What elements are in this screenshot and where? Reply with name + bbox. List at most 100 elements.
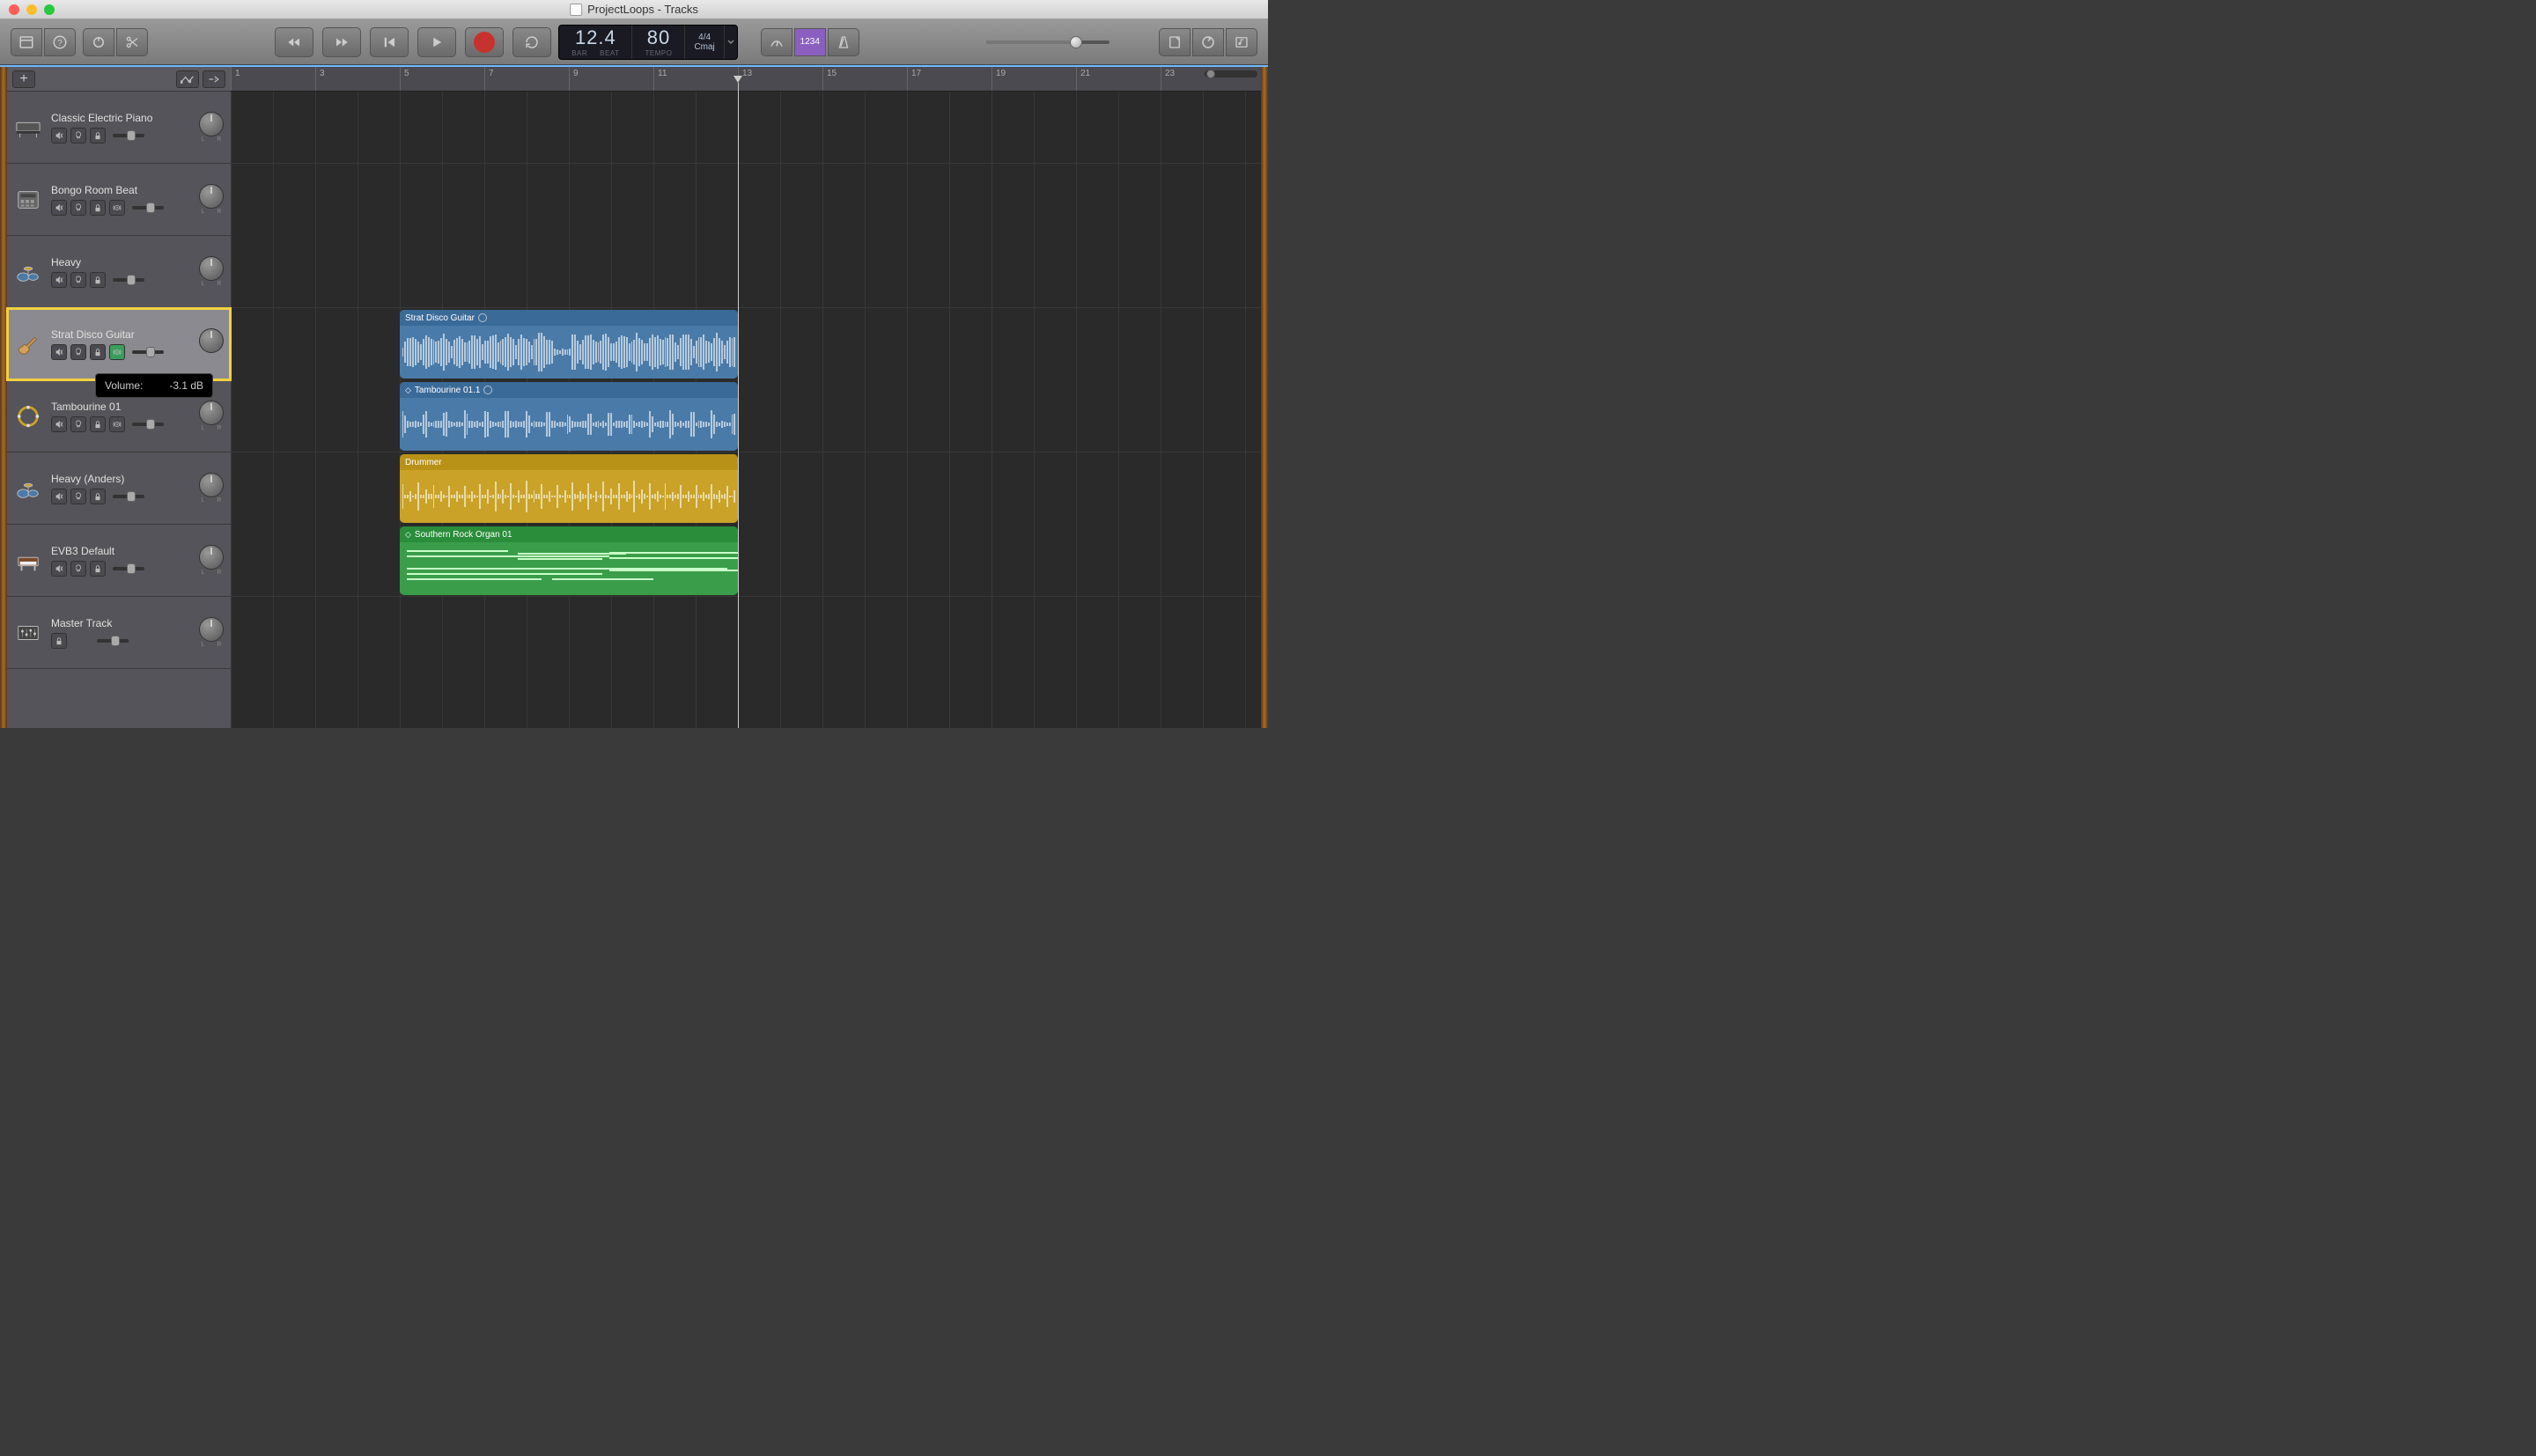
help-button[interactable]: ? bbox=[44, 28, 76, 56]
media-browser-button[interactable] bbox=[1226, 28, 1257, 56]
lcd-tempo[interactable]: 80 TEMPO bbox=[632, 26, 685, 59]
input-monitor-button[interactable] bbox=[109, 344, 125, 360]
lock-button[interactable] bbox=[90, 200, 106, 216]
count-in-button[interactable]: 1234 bbox=[794, 28, 826, 56]
volume-knob[interactable] bbox=[146, 202, 155, 213]
track-lane[interactable] bbox=[231, 525, 1261, 597]
volume-slider[interactable] bbox=[113, 495, 144, 498]
volume-slider[interactable] bbox=[113, 567, 144, 570]
volume-slider[interactable] bbox=[132, 206, 164, 210]
track-header[interactable]: Bongo Room Beat LR bbox=[7, 164, 231, 236]
ruler[interactable]: 1357911131517192123 bbox=[231, 67, 1261, 92]
lock-button[interactable] bbox=[90, 489, 106, 504]
master-volume-slider[interactable] bbox=[986, 40, 1110, 44]
play-button[interactable] bbox=[417, 27, 456, 57]
lcd-mode-dropdown[interactable] bbox=[725, 26, 737, 59]
pan-knob[interactable] bbox=[199, 545, 224, 570]
volume-slider[interactable] bbox=[132, 423, 164, 426]
horizontal-zoom-slider[interactable] bbox=[1205, 70, 1257, 77]
lock-button[interactable] bbox=[90, 272, 106, 288]
pan-knob[interactable] bbox=[199, 112, 224, 136]
loop-browser-button[interactable] bbox=[1192, 28, 1224, 56]
region[interactable]: Drummer bbox=[400, 454, 738, 523]
volume-knob[interactable] bbox=[146, 419, 155, 430]
pan-knob[interactable] bbox=[199, 328, 224, 353]
catch-playhead-button[interactable] bbox=[203, 70, 225, 88]
editors-button[interactable] bbox=[116, 28, 148, 56]
solo-button[interactable] bbox=[70, 128, 86, 143]
pan-knob[interactable] bbox=[199, 473, 224, 497]
pan-knob[interactable] bbox=[199, 256, 224, 281]
track-header[interactable]: EVB3 Default LR bbox=[7, 525, 231, 597]
pan-knob[interactable] bbox=[199, 617, 224, 642]
maximize-button[interactable] bbox=[44, 4, 55, 15]
tuner-button[interactable] bbox=[761, 28, 792, 56]
go-to-start-button[interactable] bbox=[370, 27, 409, 57]
svg-text:?: ? bbox=[57, 38, 63, 48]
solo-button[interactable] bbox=[70, 489, 86, 504]
metronome-button[interactable] bbox=[828, 28, 859, 56]
lock-button[interactable] bbox=[90, 561, 106, 577]
library-button[interactable] bbox=[11, 28, 42, 56]
lcd-signature[interactable]: 4/4 Cmaj bbox=[685, 26, 724, 59]
mute-button[interactable] bbox=[51, 200, 67, 216]
volume-knob[interactable] bbox=[146, 347, 155, 357]
mute-button[interactable] bbox=[51, 344, 67, 360]
lock-button[interactable] bbox=[90, 344, 106, 360]
minimize-button[interactable] bbox=[26, 4, 37, 15]
mute-button[interactable] bbox=[51, 272, 67, 288]
solo-button[interactable] bbox=[70, 416, 86, 432]
volume-knob[interactable] bbox=[127, 130, 136, 141]
volume-knob[interactable] bbox=[127, 275, 136, 285]
track-header[interactable]: Classic Electric Piano LR bbox=[7, 92, 231, 164]
zoom-knob[interactable] bbox=[1206, 70, 1215, 78]
region[interactable]: ◇Tambourine 01.1 bbox=[400, 382, 738, 451]
mute-button[interactable] bbox=[51, 128, 67, 143]
track-lane[interactable] bbox=[231, 236, 1261, 308]
pan-knob[interactable] bbox=[199, 184, 224, 209]
track-header[interactable]: Heavy (Anders) LR bbox=[7, 452, 231, 525]
close-button[interactable] bbox=[9, 4, 19, 15]
track-header[interactable]: Strat Disco Guitar LR Volume:-3.1 dB bbox=[7, 308, 231, 380]
master-slider-knob[interactable] bbox=[1070, 36, 1082, 48]
solo-button[interactable] bbox=[70, 272, 86, 288]
volume-knob[interactable] bbox=[127, 491, 136, 502]
volume-slider[interactable] bbox=[113, 134, 144, 137]
region[interactable]: ◇Southern Rock Organ 01 bbox=[400, 526, 738, 595]
region[interactable]: Strat Disco Guitar bbox=[400, 310, 738, 379]
mute-button[interactable] bbox=[51, 561, 67, 577]
volume-knob[interactable] bbox=[111, 636, 120, 646]
forward-button[interactable] bbox=[322, 27, 361, 57]
record-button[interactable] bbox=[465, 27, 504, 57]
lock-button[interactable] bbox=[51, 633, 67, 649]
track-lane[interactable] bbox=[231, 669, 1261, 728]
track-icon bbox=[14, 186, 42, 214]
notepad-button[interactable] bbox=[1159, 28, 1191, 56]
volume-slider[interactable] bbox=[97, 639, 129, 643]
solo-button[interactable] bbox=[70, 344, 86, 360]
mute-button[interactable] bbox=[51, 489, 67, 504]
pan-knob[interactable] bbox=[199, 401, 224, 425]
solo-button[interactable] bbox=[70, 561, 86, 577]
track-header[interactable]: Master Track LR bbox=[7, 597, 231, 669]
volume-slider[interactable] bbox=[132, 350, 164, 354]
solo-button[interactable] bbox=[70, 200, 86, 216]
playhead[interactable] bbox=[738, 83, 739, 728]
cycle-button[interactable] bbox=[512, 27, 551, 57]
input-monitor-button[interactable] bbox=[109, 416, 125, 432]
rewind-button[interactable] bbox=[275, 27, 313, 57]
add-track-button[interactable]: + bbox=[12, 70, 35, 88]
volume-slider[interactable] bbox=[113, 278, 144, 282]
track-lane[interactable] bbox=[231, 380, 1261, 452]
tracks-area[interactable]: Strat Disco Guitar◇Tambourine 01.1Drumme… bbox=[231, 92, 1261, 728]
automation-button[interactable] bbox=[176, 70, 199, 88]
volume-knob[interactable] bbox=[127, 563, 136, 574]
input-monitor-button[interactable] bbox=[109, 200, 125, 216]
lcd-position[interactable]: 12.4 BAR BEAT bbox=[559, 26, 632, 59]
lock-button[interactable] bbox=[90, 128, 106, 143]
smart-controls-button[interactable] bbox=[83, 28, 114, 56]
lock-button[interactable] bbox=[90, 416, 106, 432]
track-header[interactable]: Heavy LR bbox=[7, 236, 231, 308]
mute-button[interactable] bbox=[51, 416, 67, 432]
track-lane[interactable] bbox=[231, 92, 1261, 164]
